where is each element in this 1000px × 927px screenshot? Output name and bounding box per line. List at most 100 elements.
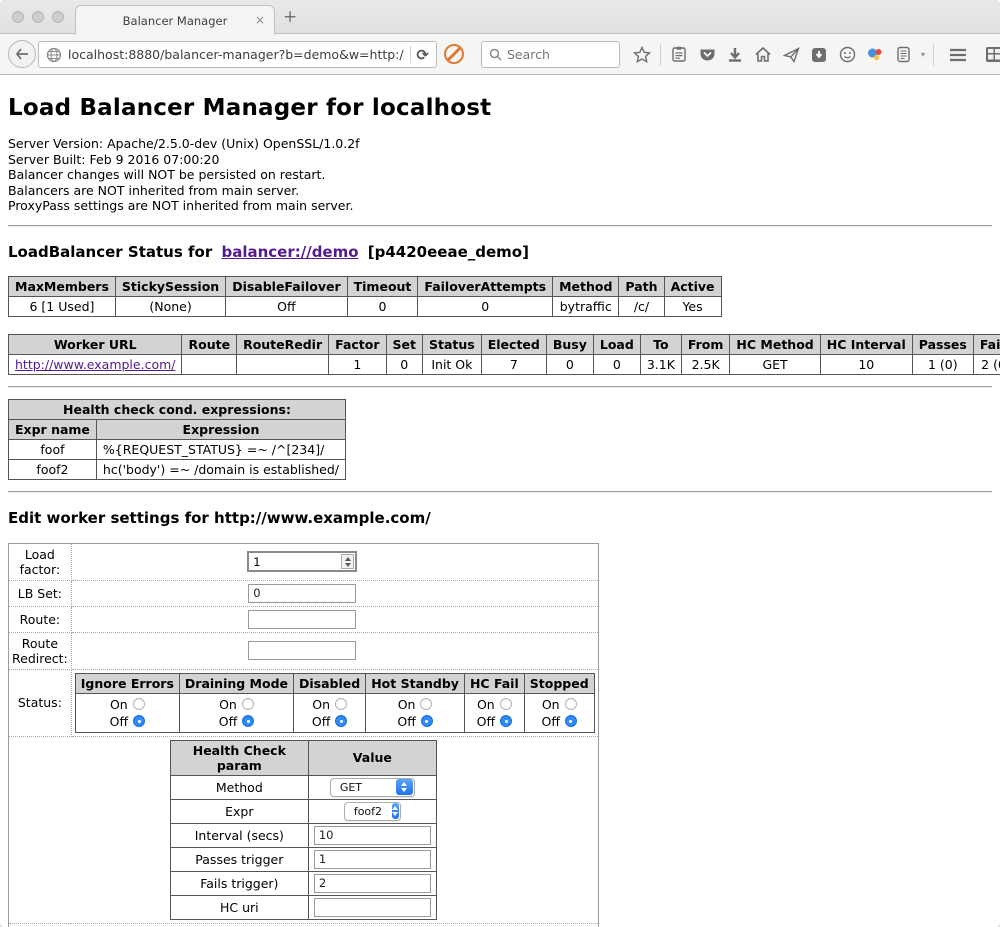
- navigation-toolbar: localhost:8880/balancer-manager?b=demo&w…: [0, 34, 1000, 75]
- pocket-icon[interactable]: [693, 47, 721, 63]
- tile-view-icon[interactable]: [980, 46, 1000, 63]
- on-label: On: [312, 697, 330, 712]
- radio-hot-standby-off[interactable]: [421, 715, 433, 727]
- tab-balancer-manager[interactable]: Balancer Manager ×: [75, 5, 275, 35]
- column-header: Method: [553, 276, 619, 296]
- column-header: To: [640, 334, 681, 354]
- off-label: Off: [541, 714, 559, 729]
- column-header: From: [681, 334, 730, 354]
- column-header: Status: [423, 334, 482, 354]
- form-row-route: Route:: [9, 606, 599, 632]
- container-caret-icon[interactable]: ▾: [917, 50, 929, 59]
- expr-cell: foof2: [308, 799, 436, 823]
- method-select[interactable]: GET: [330, 778, 415, 797]
- radio-draining-mode-off[interactable]: [242, 715, 254, 727]
- route-input[interactable]: [248, 610, 356, 629]
- status-stopped: On Off: [524, 693, 594, 732]
- passes-label: Passes trigger: [170, 847, 308, 871]
- server-built-line: Server Built: Feb 9 2016 07:00:20: [8, 152, 992, 168]
- hc-uri-input[interactable]: [314, 898, 431, 917]
- interval-input[interactable]: [314, 826, 431, 845]
- column-header: RouteRedir: [237, 334, 329, 354]
- browser-window: Balancer Manager × + localhost:8880/bala…: [0, 0, 1000, 927]
- cell-disablefailover: Off: [226, 296, 347, 316]
- radio-stopped-on[interactable]: [565, 698, 577, 710]
- worker-url-link[interactable]: http://www.example.com/: [15, 357, 175, 372]
- expr-select[interactable]: foof2: [344, 802, 401, 821]
- search-bar[interactable]: [481, 41, 620, 68]
- reload-icon[interactable]: ⟳: [416, 46, 429, 64]
- menu-hamburger-icon[interactable]: [944, 48, 972, 62]
- balancer-demo-link[interactable]: balancer://demo: [221, 243, 358, 261]
- reading-list-icon[interactable]: [665, 46, 693, 63]
- bookmark-star-icon[interactable]: [628, 46, 656, 64]
- url-text[interactable]: localhost:8880/balancer-manager?b=demo&w…: [68, 47, 404, 62]
- edit-worker-form: Load factor: LB Set: Route:: [8, 543, 599, 927]
- passes-cell: [308, 847, 436, 871]
- new-tab-button[interactable]: +: [283, 9, 297, 26]
- download-icon[interactable]: [721, 47, 749, 63]
- container-icon[interactable]: [889, 46, 917, 63]
- column-header: Elected: [481, 334, 546, 354]
- window-close-button[interactable]: [12, 11, 24, 23]
- column-header: Set: [386, 334, 422, 354]
- radio-hot-standby-on[interactable]: [420, 698, 432, 710]
- column-header: StickySession: [115, 276, 225, 296]
- method-cell: GET: [308, 775, 436, 799]
- fails-input[interactable]: [314, 874, 431, 893]
- extension-download-icon[interactable]: [805, 47, 833, 63]
- window-minimize-button[interactable]: [32, 11, 44, 23]
- interval-cell: [308, 823, 436, 847]
- column-header: DisableFailover: [226, 276, 347, 296]
- load-factor-label: Load factor:: [9, 543, 72, 580]
- radio-draining-mode-on[interactable]: [242, 698, 254, 710]
- home-icon[interactable]: [749, 46, 777, 63]
- server-info: Server Version: Apache/2.5.0-dev (Unix) …: [8, 136, 992, 214]
- table-row: 6 [1 Used] (None) Off 0 0 bytraffic /c/ …: [9, 296, 722, 316]
- cell-hc-interval: 10: [820, 354, 912, 374]
- cell-factor: 1: [329, 354, 386, 374]
- load-factor-input[interactable]: [249, 553, 340, 570]
- cell-busy: 0: [546, 354, 593, 374]
- health-row-hc-uri: HC uri: [170, 895, 436, 919]
- radio-disabled-off[interactable]: [335, 715, 347, 727]
- number-spinner-icon[interactable]: [341, 554, 354, 569]
- tab-title: Balancer Manager: [123, 14, 228, 28]
- send-tab-icon[interactable]: [777, 47, 805, 63]
- status-cell: Ignore Errors Draining Mode Disabled Hot…: [71, 669, 598, 736]
- radio-hc-fail-off[interactable]: [500, 715, 512, 727]
- route-redirect-input[interactable]: [248, 641, 356, 660]
- select-stepper-icon: [396, 779, 413, 795]
- url-bar[interactable]: localhost:8880/balancer-manager?b=demo&w…: [38, 41, 437, 68]
- route-redirect-cell: [71, 632, 598, 669]
- divider: [8, 386, 992, 388]
- health-row-passes: Passes trigger: [170, 847, 436, 871]
- status-table: Ignore Errors Draining Mode Disabled Hot…: [75, 673, 595, 733]
- cell-method: bytraffic: [553, 296, 619, 316]
- feedback-smiley-icon[interactable]: [833, 46, 861, 63]
- lb-set-cell: [71, 580, 598, 606]
- route-redirect-label: Route Redirect:: [9, 632, 72, 669]
- search-input[interactable]: [507, 47, 607, 62]
- expr-select-value: foof2: [354, 805, 382, 818]
- colored-dots-icon[interactable]: [861, 46, 889, 63]
- on-label: On: [219, 697, 237, 712]
- globe-icon: [46, 47, 62, 63]
- radio-hc-fail-on[interactable]: [500, 698, 512, 710]
- persist-notice-line: Balancer changes will NOT be persisted o…: [8, 167, 992, 183]
- inherit-notice-line: Balancers are NOT inherited from main se…: [8, 183, 992, 199]
- tab-close-icon[interactable]: ×: [255, 13, 265, 27]
- back-button[interactable]: [8, 40, 36, 68]
- content-blocked-icon[interactable]: [444, 44, 464, 64]
- passes-input[interactable]: [314, 850, 431, 869]
- lb-set-label: LB Set:: [9, 580, 72, 606]
- column-header: Busy: [546, 334, 593, 354]
- radio-ignore-errors-on[interactable]: [133, 698, 145, 710]
- radio-ignore-errors-off[interactable]: [133, 715, 145, 727]
- column-header: Value: [308, 740, 436, 775]
- window-zoom-button[interactable]: [52, 11, 64, 23]
- radio-disabled-on[interactable]: [335, 698, 347, 710]
- column-header: Draining Mode: [179, 673, 293, 693]
- radio-stopped-off[interactable]: [565, 715, 577, 727]
- lb-set-input[interactable]: [248, 584, 356, 603]
